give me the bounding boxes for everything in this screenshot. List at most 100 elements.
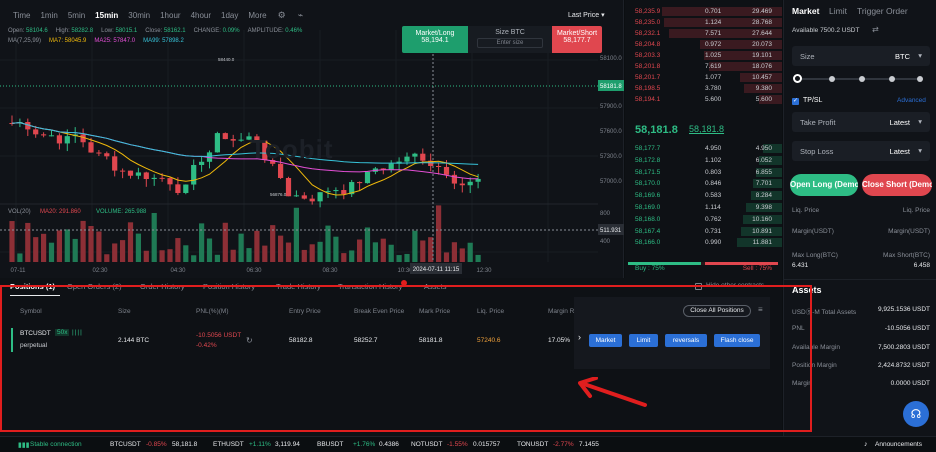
chart-panel[interactable]: 58100.0 57900.0 57600.0 57300.0 57000.0 58181… <box>0 0 624 278</box>
candle-body <box>341 190 347 195</box>
leverage-slider[interactable] <box>796 78 920 80</box>
slider-stop[interactable] <box>859 76 865 82</box>
time-axis-tick: 04:30 <box>170 268 186 274</box>
ask-size: 7.571 <box>705 30 722 37</box>
volume-bar <box>127 222 134 262</box>
ask-price: 58,232.1 <box>635 30 661 37</box>
take-profit-trigger-type[interactable]: Latest <box>890 118 910 127</box>
slider-stop[interactable] <box>917 76 923 82</box>
candle-body <box>104 153 110 157</box>
ticker-symbol[interactable]: NOTUSDT <box>411 441 442 448</box>
bid-row[interactable]: 58,166.0 0.990 11.881 <box>625 237 782 248</box>
bid-row[interactable]: 58,172.8 1.102 6.052 <box>625 155 782 166</box>
quick-size-input[interactable]: Enter size <box>477 38 543 48</box>
tab-trigger-order[interactable]: Trigger Order <box>857 6 908 16</box>
take-profit-input[interactable]: Take Profit Latest ▾ <box>792 112 930 132</box>
price-source-dropdown[interactable]: Last Price ▾ <box>568 11 605 19</box>
volume-bar <box>88 225 94 262</box>
market-short-button[interactable]: Market/Short 58,177.7 <box>552 26 602 53</box>
timeframe-1day[interactable]: 1day <box>216 11 243 20</box>
ask-row[interactable]: 58,198.5 3.780 9.380 <box>625 83 782 94</box>
timeframe-time[interactable]: Time <box>8 11 35 20</box>
bid-row[interactable]: 58,169.0 1.114 9.398 <box>625 202 782 213</box>
time-axis-tick: 07-11 <box>11 268 27 274</box>
short-liq-label: Liq. Price <box>902 207 930 214</box>
bid-row[interactable]: 58,170.0 0.846 7.701 <box>625 178 782 189</box>
bell-icon[interactable]: ♪ <box>864 441 868 448</box>
ticker-symbol[interactable]: BBUSDT <box>317 441 343 448</box>
bid-row[interactable]: 58,171.5 0.803 6.855 <box>625 167 782 178</box>
max-short-label: Max Short(BTC) <box>883 252 930 259</box>
volume-bar <box>372 242 378 262</box>
chevron-down-icon: ▾ <box>918 51 922 60</box>
volume-bar <box>459 248 465 262</box>
timeframe-15min[interactable]: 15min <box>90 11 123 20</box>
volume-bar <box>278 235 284 262</box>
ask-row[interactable]: 58,203.3 1.025 19.101 <box>625 50 782 61</box>
slider-stop[interactable] <box>829 76 835 82</box>
volume-bar <box>246 248 252 262</box>
candle-body <box>33 129 39 135</box>
indicator-icon[interactable]: ⚙ <box>272 10 292 21</box>
ask-row[interactable]: 58,204.8 0.972 20.073 <box>625 39 782 50</box>
volume-bar <box>341 253 347 262</box>
long-margin-label: Margin(USDT) <box>792 228 834 235</box>
asset-value: 2,424.8732 USDT <box>877 362 930 369</box>
slider-handle[interactable] <box>793 74 802 83</box>
amplitude-value: 0.46% <box>285 28 303 34</box>
ticker-symbol[interactable]: TONUSDT <box>517 441 548 448</box>
bid-row[interactable]: 58,169.6 0.583 8.284 <box>625 190 782 201</box>
ticker-change: +1.76% <box>353 441 376 448</box>
timeframe-1hour[interactable]: 1hour <box>155 11 185 20</box>
volume-bar <box>436 205 442 262</box>
ask-total: 19.101 <box>752 52 772 59</box>
ask-row[interactable]: 58,201.7 1.077 10.457 <box>625 72 782 83</box>
slider-stop[interactable] <box>889 76 895 82</box>
bid-price: 58,166.0 <box>635 239 661 247</box>
open-long-button[interactable]: Open Long (Demo) <box>790 174 858 196</box>
ask-row[interactable]: 58,232.1 7.571 27.644 <box>625 28 782 39</box>
advanced-link[interactable]: Advanced <box>897 97 926 104</box>
stop-loss-input[interactable]: Stop Loss Latest ▾ <box>792 141 930 161</box>
timeframe-1min[interactable]: 1min <box>35 11 62 20</box>
tab-market[interactable]: Market <box>792 6 819 16</box>
settings-icon[interactable]: ⌁ <box>292 10 309 21</box>
candle-body <box>159 177 165 179</box>
ask-total: 18.076 <box>752 63 772 70</box>
candle-body <box>56 135 62 144</box>
volume-bar <box>175 238 181 262</box>
volume-axis-tick: 400 <box>600 239 611 245</box>
quick-size-group: Size BTC Enter size <box>468 26 552 53</box>
tpsl-checkbox[interactable]: ✓ <box>792 98 799 105</box>
timeframe-30min[interactable]: 30min <box>123 11 155 20</box>
tab-limit[interactable]: Limit <box>829 6 847 16</box>
ask-row[interactable]: 58,235.0 1.124 28.768 <box>625 17 782 28</box>
timeframe-4hour[interactable]: 4hour <box>186 11 216 20</box>
asset-value: 9,925.1536 USDT <box>877 306 930 313</box>
ticker-symbol[interactable]: ETHUSDT <box>213 441 244 448</box>
market-long-button[interactable]: Market/Long 58,194.1 <box>402 26 468 53</box>
ask-row[interactable]: 58,235.9 0.701 29.469 <box>625 6 782 17</box>
open-value: 58104.6 <box>26 28 48 34</box>
ask-row[interactable]: 58,201.8 7.619 18.076 <box>625 61 782 72</box>
announcements-link[interactable]: Announcements <box>875 441 922 448</box>
bid-row[interactable]: 58,168.0 0.762 10.160 <box>625 214 782 225</box>
ask-total: 10.457 <box>752 74 772 81</box>
timeframe-5min[interactable]: 5min <box>63 11 90 20</box>
stop-loss-trigger-type[interactable]: Latest <box>890 147 910 156</box>
size-input[interactable]: Size BTC ▾ <box>792 46 930 66</box>
support-chat-button[interactable]: ☊ <box>903 401 929 427</box>
timeframe-more-dropdown[interactable]: More <box>243 11 271 20</box>
volume-bar <box>135 233 141 262</box>
bid-row[interactable]: 58,177.7 4.950 4.950 <box>625 143 782 154</box>
bid-total: 9.398 <box>755 204 772 211</box>
candle-body <box>183 184 189 193</box>
size-unit[interactable]: BTC <box>895 52 910 61</box>
transfer-icon[interactable]: ⇄ <box>872 25 879 34</box>
ask-price: 58,201.7 <box>635 74 661 81</box>
bid-row[interactable]: 58,167.4 0.731 10.891 <box>625 226 782 237</box>
open-short-button[interactable]: Close Short (Demo) <box>862 174 932 196</box>
ask-row[interactable]: 58,194.1 5.600 5.600 <box>625 94 782 105</box>
ticker-symbol[interactable]: BTCUSDT <box>110 441 141 448</box>
mark-price-link[interactable]: 58,181.8 <box>689 124 724 134</box>
